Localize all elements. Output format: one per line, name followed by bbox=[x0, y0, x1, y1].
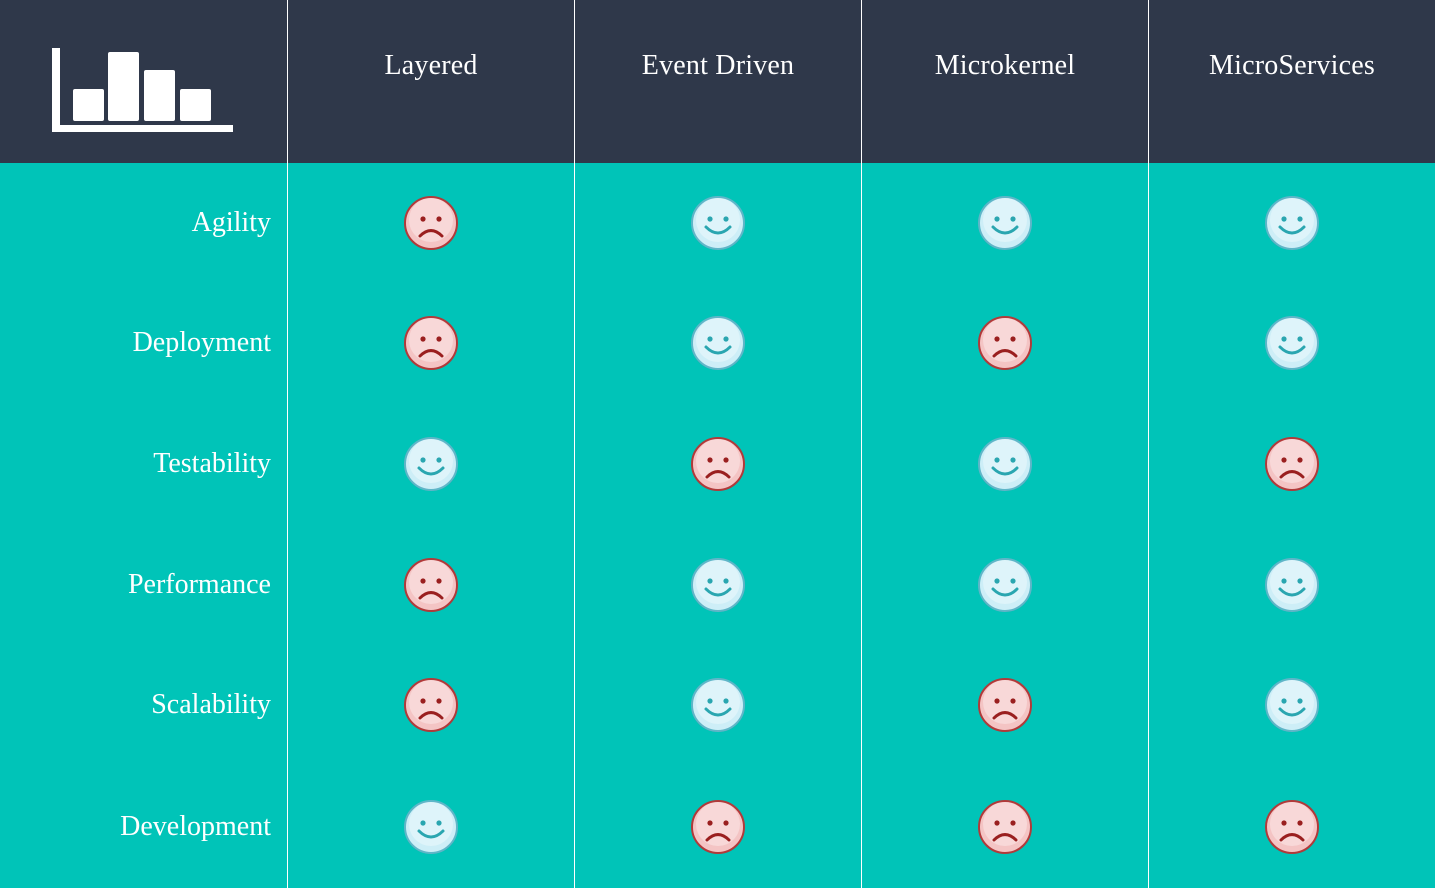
happy-face-icon bbox=[691, 558, 745, 612]
sad-face-icon bbox=[404, 196, 458, 250]
row-label-development: Development bbox=[120, 810, 271, 842]
column-header-microservices: MicroServices bbox=[1148, 0, 1435, 163]
rating-cell bbox=[1148, 283, 1435, 403]
rating-cell bbox=[287, 765, 574, 888]
rating-cell bbox=[574, 163, 861, 283]
happy-face-icon bbox=[404, 799, 458, 854]
column-header-label: MicroServices bbox=[1209, 49, 1375, 81]
happy-face-icon bbox=[1265, 558, 1319, 612]
row-label-performance: Performance bbox=[127, 569, 271, 600]
rating-cell bbox=[1148, 765, 1435, 888]
row-label-agility: Agility bbox=[191, 207, 271, 238]
sad-face-icon bbox=[404, 558, 458, 612]
happy-face-icon bbox=[978, 437, 1032, 491]
rating-cell bbox=[574, 525, 861, 645]
rating-cell bbox=[1148, 525, 1435, 645]
column-header-event-driven: Event Driven bbox=[574, 0, 861, 163]
row-label-deployment: Deployment bbox=[132, 327, 271, 358]
rating-cell bbox=[861, 283, 1148, 403]
sad-face-icon bbox=[978, 678, 1032, 732]
rating-cell bbox=[861, 403, 1148, 525]
rating-cell bbox=[861, 765, 1148, 888]
column-header-microkernel: Microkernel bbox=[861, 0, 1148, 163]
rating-cell bbox=[574, 283, 861, 403]
row-label-testability: Testability bbox=[153, 448, 271, 479]
happy-face-icon bbox=[978, 558, 1032, 612]
rating-cell bbox=[287, 403, 574, 525]
happy-face-icon bbox=[404, 437, 458, 491]
happy-face-icon bbox=[691, 196, 745, 250]
happy-face-icon bbox=[1265, 678, 1319, 732]
corner-cell bbox=[0, 0, 287, 163]
column-header-label: Microkernel bbox=[934, 49, 1076, 81]
rating-cell bbox=[574, 403, 861, 525]
architecture-comparison-table: Layered Event Driven Microkernel MicroSe… bbox=[0, 0, 1435, 888]
sad-face-icon bbox=[978, 316, 1032, 370]
rating-cell bbox=[1148, 645, 1435, 765]
column-header-layered: Layered bbox=[287, 0, 574, 163]
rating-cell bbox=[1148, 163, 1435, 283]
sad-face-icon bbox=[1265, 437, 1319, 491]
rating-cell bbox=[861, 645, 1148, 765]
rating-cell bbox=[1148, 403, 1435, 525]
rating-cell bbox=[574, 645, 861, 765]
happy-face-icon bbox=[691, 316, 745, 370]
rating-cell bbox=[861, 163, 1148, 283]
sad-face-icon bbox=[404, 678, 458, 732]
sad-face-icon bbox=[404, 316, 458, 370]
row-label-scalability: Scalability bbox=[151, 689, 271, 720]
happy-face-icon bbox=[1265, 196, 1319, 250]
rating-cell bbox=[574, 765, 861, 888]
sad-face-icon bbox=[1265, 799, 1319, 854]
column-header-label: Layered bbox=[384, 49, 478, 81]
rating-cell bbox=[287, 283, 574, 403]
happy-face-icon bbox=[691, 678, 745, 732]
happy-face-icon bbox=[1265, 316, 1319, 370]
rating-cell bbox=[287, 163, 574, 283]
rating-cell bbox=[287, 525, 574, 645]
sad-face-icon bbox=[691, 799, 745, 854]
rating-cell bbox=[287, 645, 574, 765]
sad-face-icon bbox=[978, 799, 1032, 854]
happy-face-icon bbox=[978, 196, 1032, 250]
sad-face-icon bbox=[691, 437, 745, 491]
rating-cell bbox=[861, 525, 1148, 645]
bar-chart-icon bbox=[52, 48, 233, 132]
column-header-label: Event Driven bbox=[641, 49, 795, 81]
